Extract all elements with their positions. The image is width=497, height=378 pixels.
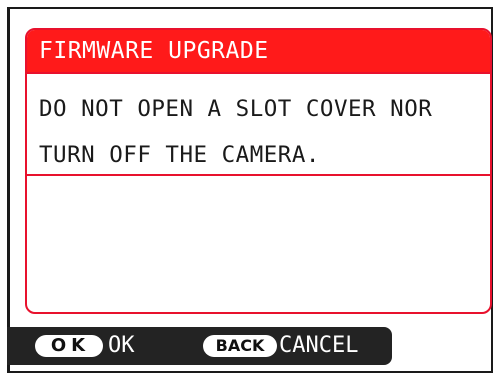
dialog-body <box>27 176 490 312</box>
cancel-label: CANCEL <box>279 333 359 358</box>
button-guide-bar: OK OK BACK CANCEL <box>7 327 392 365</box>
dialog-message: DO NOT OPEN A SLOT COVER NOR TURN OFF TH… <box>27 72 490 176</box>
firmware-upgrade-dialog: FIRMWARE UPGRADE DO NOT OPEN A SLOT COVE… <box>25 28 492 314</box>
back-key-icon[interactable]: BACK <box>203 335 277 357</box>
message-line-1: DO NOT OPEN A SLOT COVER NOR <box>39 96 433 122</box>
ok-key-icon[interactable]: OK <box>35 335 103 357</box>
dialog-title: FIRMWARE UPGRADE <box>27 30 490 72</box>
message-line-2: TURN OFF THE CAMERA. <box>39 142 320 168</box>
ok-label: OK <box>108 333 135 358</box>
